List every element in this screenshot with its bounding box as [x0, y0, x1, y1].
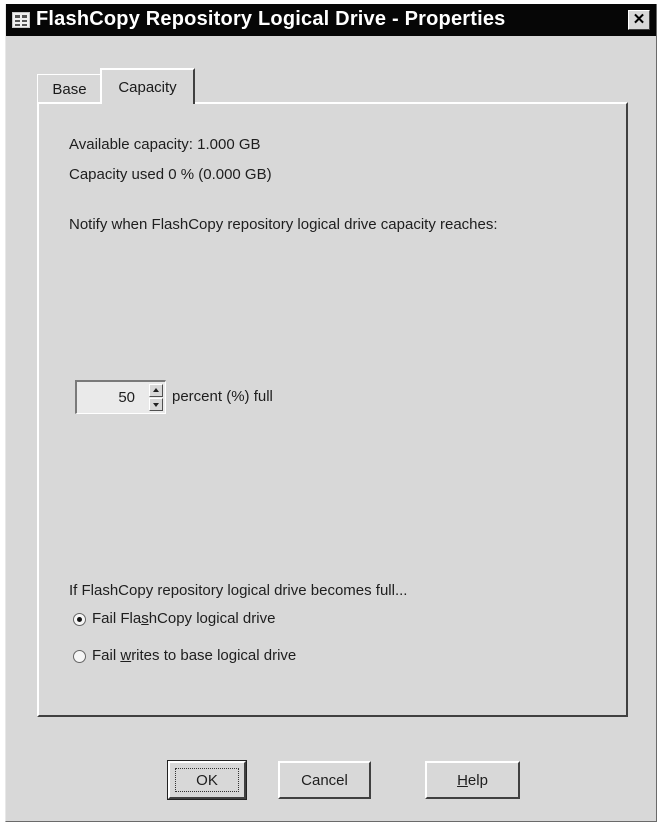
- tab-capacity[interactable]: Capacity: [100, 68, 195, 104]
- tab-base[interactable]: Base: [37, 74, 101, 102]
- threshold-spinner[interactable]: 50: [75, 380, 166, 414]
- help-button-label: Help: [457, 772, 488, 789]
- ok-button[interactable]: OK: [167, 760, 247, 800]
- threshold-value[interactable]: 50: [77, 389, 135, 406]
- capacity-panel: Available capacity: 1.000 GB Capacity us…: [37, 102, 628, 717]
- focus-rectangle: [175, 768, 239, 792]
- radio-button-unchecked[interactable]: [73, 650, 86, 663]
- title-bar[interactable]: FlashCopy Repository Logical Drive - Pro…: [6, 4, 656, 36]
- window-title: FlashCopy Repository Logical Drive - Pro…: [36, 8, 506, 30]
- grid-app-icon: [12, 12, 30, 28]
- close-button[interactable]: ✕: [628, 10, 650, 30]
- spin-up-arrow-icon: [153, 388, 159, 392]
- help-button[interactable]: Help: [425, 761, 520, 799]
- spin-down-button[interactable]: [149, 398, 163, 411]
- close-icon: ✕: [632, 11, 646, 28]
- properties-dialog: FlashCopy Repository Logical Drive - Pro…: [5, 4, 657, 822]
- cancel-button[interactable]: Cancel: [278, 761, 371, 799]
- capacity-used-text: Capacity used 0 % (0.000 GB): [69, 166, 272, 183]
- fail-writes-label: Fail writes to base logical drive: [92, 647, 297, 664]
- radio-button-checked[interactable]: [73, 613, 86, 626]
- fail-flashcopy-label: Fail FlashCopy logical drive: [92, 610, 276, 627]
- spin-up-button[interactable]: [149, 384, 163, 397]
- cancel-button-label: Cancel: [301, 772, 348, 789]
- full-policy-label: If FlashCopy repository logical drive be…: [69, 582, 408, 599]
- available-capacity-text: Available capacity: 1.000 GB: [69, 136, 261, 153]
- spin-down-arrow-icon: [153, 403, 159, 407]
- notify-threshold-label: Notify when FlashCopy repository logical…: [69, 216, 498, 233]
- threshold-suffix-label: percent (%) full: [172, 388, 273, 405]
